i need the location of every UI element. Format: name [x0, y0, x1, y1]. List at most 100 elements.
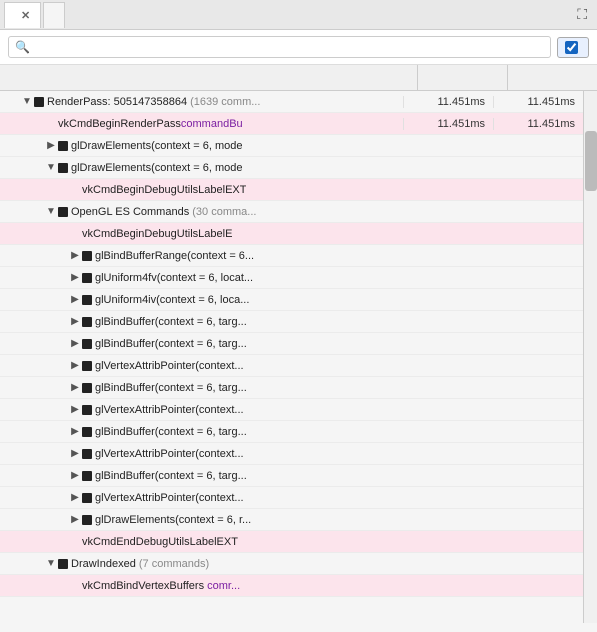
color-swatch	[82, 251, 92, 261]
expand-button[interactable]: ▶	[68, 359, 82, 373]
color-swatch	[58, 163, 68, 173]
column-headers	[0, 65, 597, 91]
table-row[interactable]: vkCmdEndDebugUtilsLabelEXT	[0, 531, 583, 553]
row-label: DrawIndexed (7 commands)	[71, 558, 209, 570]
expand-button[interactable]: ▶	[68, 447, 82, 461]
row-label: glVertexAttribPointer(context...	[95, 448, 244, 460]
color-swatch	[82, 427, 92, 437]
table-row[interactable]: vkCmdBeginDebugUtilsLabelEXT	[0, 179, 583, 201]
tab-commands-close[interactable]: ✕	[21, 9, 30, 22]
row-label: glBindBuffer(context = 6, targ...	[95, 426, 247, 438]
table-row[interactable]: vkCmdBeginDebugUtilsLabelE	[0, 223, 583, 245]
row-label: glDrawElements(context = 6, mode	[71, 162, 243, 174]
row-label: glBindBuffer(context = 6, targ...	[95, 338, 247, 350]
table-row[interactable]: ▶ glDrawElements(context = 6, r...	[0, 509, 583, 531]
expand-button[interactable]: ▶	[44, 139, 58, 153]
table-row[interactable]: vkCmdBeginRenderPasscommandBu 11.451ms11.…	[0, 113, 583, 135]
row-wall-time: 11.451ms	[493, 96, 583, 108]
col-wall-header[interactable]	[507, 65, 597, 90]
table-row[interactable]: ▼ DrawIndexed (7 commands)	[0, 553, 583, 575]
search-icon: 🔍	[15, 40, 30, 54]
color-swatch	[58, 207, 68, 217]
expand-button[interactable]: ▶	[68, 403, 82, 417]
row-label: glBindBufferRange(context = 6...	[95, 250, 254, 262]
tree-container: ▼ RenderPass: 505147358864 (1639 comm... 1…	[0, 91, 597, 623]
scrollbar-thumb[interactable]	[585, 131, 597, 191]
table-row[interactable]: ▼ OpenGL ES Commands (30 comma...	[0, 201, 583, 223]
highlight-text: commandBu	[181, 118, 243, 130]
app-window: ✕ ⛶ 🔍 ▼ RenderPass: 505147358864 (1639 co…	[0, 0, 597, 623]
row-label: glVertexAttribPointer(context...	[95, 404, 244, 416]
table-row[interactable]: ▶ glBindBuffer(context = 6, targ...	[0, 333, 583, 355]
row-label: vkCmdBeginDebugUtilsLabelE	[82, 228, 232, 240]
color-swatch	[58, 559, 68, 569]
table-row[interactable]: ▶ glBindBuffer(context = 6, targ...	[0, 421, 583, 443]
search-input[interactable]	[34, 40, 544, 54]
color-swatch	[82, 383, 92, 393]
table-row[interactable]: ▶glUniform4iv(context = 6, loca...	[0, 289, 583, 311]
row-label: glVertexAttribPointer(context...	[95, 492, 244, 504]
table-row[interactable]: ▶ glDrawElements(context = 6, mode	[0, 135, 583, 157]
row-label: OpenGL ES Commands (30 comma...	[71, 206, 256, 218]
row-label: glDrawElements(context = 6, mode	[71, 140, 243, 152]
tab-bar: ✕ ⛶	[0, 0, 597, 30]
table-row[interactable]: ▶ glBindBufferRange(context = 6...	[0, 245, 583, 267]
tab-texture[interactable]	[43, 2, 65, 28]
expand-button[interactable]: ▶	[68, 293, 82, 307]
row-label: vkCmdBindVertexBuffers comr...	[82, 580, 240, 592]
col-gpu-header[interactable]	[417, 65, 507, 90]
expand-button[interactable]: ▶	[68, 491, 82, 505]
row-label: glVertexAttribPointer(context...	[95, 360, 244, 372]
row-gpu-time: 11.451ms	[403, 96, 493, 108]
expand-button[interactable]: ▼	[20, 95, 34, 109]
expand-button[interactable]: ▶	[68, 381, 82, 395]
color-swatch	[34, 97, 44, 107]
expand-button[interactable]: ▼	[44, 161, 58, 175]
table-row[interactable]: ▼ RenderPass: 505147358864 (1639 comm... 1…	[0, 91, 583, 113]
row-label: glBindBuffer(context = 6, targ...	[95, 382, 247, 394]
table-row[interactable]: vkCmdBindVertexBuffers comr...	[0, 575, 583, 597]
table-row[interactable]: ▼ glDrawElements(context = 6, mode	[0, 157, 583, 179]
color-swatch	[82, 515, 92, 525]
row-label: vkCmdEndDebugUtilsLabelEXT	[82, 536, 238, 548]
search-wrapper: 🔍	[8, 36, 551, 58]
row-gpu-time: 11.451ms	[403, 118, 493, 130]
search-bar: 🔍	[0, 30, 597, 65]
row-label: vkCmdBeginRenderPasscommandBu	[58, 118, 243, 130]
expand-button[interactable]: ▶	[68, 513, 82, 527]
expand-button[interactable]: ▼	[44, 205, 58, 219]
color-swatch	[82, 295, 92, 305]
maximize-button[interactable]: ⛶	[571, 4, 593, 25]
expand-button[interactable]: ▶	[68, 469, 82, 483]
table-row[interactable]: ▶ glBindBuffer(context = 6, targ...	[0, 377, 583, 399]
row-wall-time: 11.451ms	[493, 118, 583, 130]
expand-button[interactable]: ▶	[68, 271, 82, 285]
table-row[interactable]: ▶ glVertexAttribPointer(context...	[0, 399, 583, 421]
expand-button[interactable]: ▶	[68, 337, 82, 351]
table-row[interactable]: ▶glBindBuffer(context = 6, targ...	[0, 465, 583, 487]
row-label: glUniform4fv(context = 6, locat...	[95, 272, 253, 284]
color-swatch	[82, 317, 92, 327]
color-swatch	[82, 339, 92, 349]
muted-text: (30 comma...	[189, 206, 256, 218]
expand-button[interactable]: ▶	[68, 425, 82, 439]
color-swatch	[82, 273, 92, 283]
color-swatch	[82, 361, 92, 371]
row-label: glDrawElements(context = 6, r...	[95, 514, 251, 526]
table-row[interactable]: ▶glBindBuffer(context = 6, targ...	[0, 311, 583, 333]
scrollbar[interactable]	[583, 91, 597, 623]
color-swatch	[82, 493, 92, 503]
tab-commands[interactable]: ✕	[4, 2, 41, 28]
expand-button[interactable]: ▶	[68, 315, 82, 329]
highlight-text: comr...	[204, 580, 240, 592]
expand-button[interactable]: ▶	[68, 249, 82, 263]
regex-checkbox[interactable]	[565, 41, 578, 54]
col-name-header	[0, 65, 417, 90]
table-row[interactable]: ▶ glVertexAttribPointer(context...	[0, 443, 583, 465]
table-row[interactable]: ▶ glVertexAttribPointer(context...	[0, 355, 583, 377]
expand-button[interactable]: ▼	[44, 557, 58, 571]
table-row[interactable]: ▶ glUniform4fv(context = 6, locat...	[0, 267, 583, 289]
table-row[interactable]: ▶ glVertexAttribPointer(context...	[0, 487, 583, 509]
regex-button[interactable]	[557, 37, 589, 58]
row-label: RenderPass: 505147358864 (1639 comm...	[47, 96, 260, 108]
